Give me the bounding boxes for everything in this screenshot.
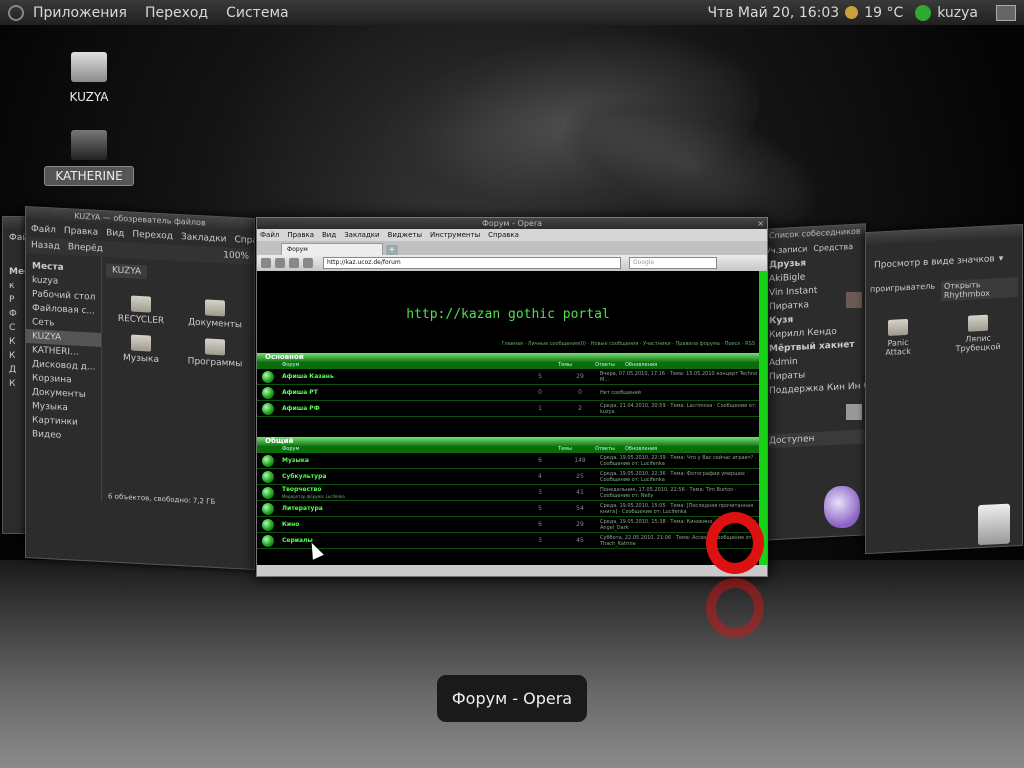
opera-statusbar	[257, 565, 767, 576]
file-cabinet-icon	[978, 503, 1010, 546]
open-rhythmbox-button[interactable]: Открыть Rhythmbox	[941, 277, 1018, 302]
file-item[interactable]: Документы	[180, 298, 250, 331]
temperature[interactable]: 19 °C	[864, 5, 903, 21]
file-item[interactable]: Музыка	[106, 333, 176, 366]
home-icon[interactable]	[303, 258, 313, 268]
opera-navbar: http://kaz.ucoz.de/forum Google	[257, 255, 767, 271]
opera-window[interactable]: Форум - Opera × Файл Правка Вид Закладки…	[256, 217, 768, 577]
file-manager-status: 6 объектов, свободно: 7,2 ГБ	[108, 492, 216, 506]
forum-section: Общий Форум Темы Ответы Обновления Музык…	[257, 437, 759, 549]
forward-icon[interactable]	[275, 258, 285, 268]
reload-icon[interactable]	[289, 258, 299, 268]
forum-row[interactable]: Афиша РФ 1 2 Среда, 21.04.2010, 20:59 · Тем…	[257, 401, 759, 417]
weather-icon[interactable]	[845, 6, 859, 19]
places-menu[interactable]: Переход	[136, 5, 217, 21]
tab-forum[interactable]: Форум	[281, 243, 383, 255]
folder-icon	[968, 314, 989, 332]
forum-nav-links[interactable]: Главная · Личные сообщения(0) · Новые со…	[501, 341, 755, 347]
section-title: Основной	[257, 353, 759, 362]
applications-menu[interactable]: Приложения	[24, 5, 136, 21]
buddy-avatar	[846, 404, 862, 420]
view-mode-select[interactable]: Просмотр в виде значков	[874, 254, 995, 270]
zoom-level[interactable]: 100%	[223, 250, 249, 261]
forum-status-icon	[262, 486, 274, 499]
forum-status-icon	[262, 386, 274, 399]
folder-icon	[205, 338, 225, 356]
ubuntu-logo-icon[interactable]	[8, 4, 24, 21]
forum-status-icon	[262, 454, 274, 467]
opera-menubar: Файл Правка Вид Закладки Виджеты Инструм…	[257, 229, 767, 241]
forum-status-icon	[262, 370, 274, 383]
forum-status-icon	[262, 470, 274, 483]
forum-row[interactable]: Афиша Казань 5 29 Вчера, 07.05.2010, 17:16 …	[257, 369, 759, 385]
portal-title: http://kazan gothic portal	[406, 307, 610, 322]
user-status-icon	[915, 4, 932, 21]
reflection-floor	[0, 560, 1024, 768]
desktop-icon-katherine[interactable]: KATHERINE	[44, 130, 134, 186]
folder-icon	[131, 334, 151, 352]
back-icon[interactable]	[261, 258, 271, 268]
page-scrollbar[interactable]	[759, 271, 767, 565]
system-menu[interactable]: Система	[217, 5, 297, 21]
top-panel: Приложения Переход Система Чтв Май 20, 1…	[0, 0, 1024, 26]
file-item[interactable]: RECYCLER	[106, 294, 176, 327]
drive-icon	[71, 130, 107, 160]
user-name[interactable]: kuzya	[937, 5, 978, 21]
address-field[interactable]: http://kaz.ucoz.de/forum	[323, 257, 621, 269]
forum-row[interactable]: Музыка 6 149 Среда, 19.05.2010, 22:39 · Тем…	[257, 453, 759, 469]
section-title: Общий	[257, 437, 759, 446]
places-sidebar: Места kuzya Рабочий стол Файловая с... С…	[26, 253, 101, 502]
window-switcher-caption: Форум - Opera	[437, 675, 587, 722]
forum-row[interactable]: Литература 5 54 Среда, 19.05.2010, 15:05 · …	[257, 501, 759, 517]
search-field[interactable]: Google	[629, 257, 717, 269]
forum-row[interactable]: Кино 6 29 Среда, 19.05.2010, 15:38 · Тема: …	[257, 517, 759, 533]
column-header: Форум Темы Ответы Обновления	[257, 362, 759, 369]
pidgin-bird-icon	[824, 486, 860, 528]
forum-status-icon	[262, 534, 274, 547]
folder-icon	[888, 318, 909, 336]
file-manager-window[interactable]: KUZYA — обозреватель файлов Файл Правка …	[25, 205, 255, 571]
forum-status-icon	[262, 402, 274, 415]
page-content: http://kazan gothic portal Главная · Лич…	[257, 271, 759, 565]
folder-icon	[131, 295, 151, 313]
forum-moderator: Модератор форума: Lucifenka	[282, 493, 345, 499]
opera-title[interactable]: Форум - Opera ×	[257, 218, 767, 229]
opera-tabbar: Форум +	[257, 241, 767, 255]
desktop-icon-kuzya[interactable]: KUZYA	[44, 52, 134, 106]
forum-status-icon	[262, 518, 274, 531]
player-label: проигрыватель	[870, 281, 936, 294]
album-item[interactable]: Ляпис Трубецкой	[942, 313, 1014, 354]
forward-button[interactable]: Вперёд	[68, 242, 103, 254]
location-button[interactable]: KUZYA	[106, 263, 148, 280]
forum-row[interactable]: Творчество Модератор форума: Lucifenka 3 41…	[257, 485, 759, 501]
new-tab-button[interactable]: +	[386, 245, 398, 255]
chevron-down-icon: ▾	[998, 253, 1004, 265]
forum-section: Основной Форум Темы Ответы Обновления Аф…	[257, 353, 759, 417]
close-icon[interactable]: ×	[757, 218, 764, 229]
place-item[interactable]: Видео	[26, 427, 101, 445]
column-header: Форум Темы Ответы Обновления	[257, 446, 759, 453]
buddy-avatar	[846, 292, 862, 308]
drive-icon	[71, 52, 107, 82]
opera-logo-icon	[706, 512, 764, 574]
forum-row[interactable]: Сериалы 3 45 Суббота, 22.05.2010, 21:06 · Т…	[257, 533, 759, 549]
folder-icon	[205, 299, 225, 317]
buddy-status[interactable]: Доступен	[763, 429, 865, 449]
forum-row[interactable]: Афиша РТ 0 0 Нет сообщений	[257, 385, 759, 401]
music-player-window[interactable]: Просмотр в виде значков ▾ проигрыватель …	[865, 223, 1023, 555]
forum-status-icon	[262, 502, 274, 515]
forum-row[interactable]: Субкультура 4 25 Среда, 19.05.2010, 22:36 ·…	[257, 469, 759, 485]
back-button[interactable]: Назад	[31, 240, 60, 252]
opera-logo-reflection	[706, 578, 764, 638]
album-item[interactable]: Panic Attack	[874, 318, 922, 358]
file-item[interactable]: Программы	[180, 337, 250, 370]
monitor-icon[interactable]	[996, 4, 1016, 21]
